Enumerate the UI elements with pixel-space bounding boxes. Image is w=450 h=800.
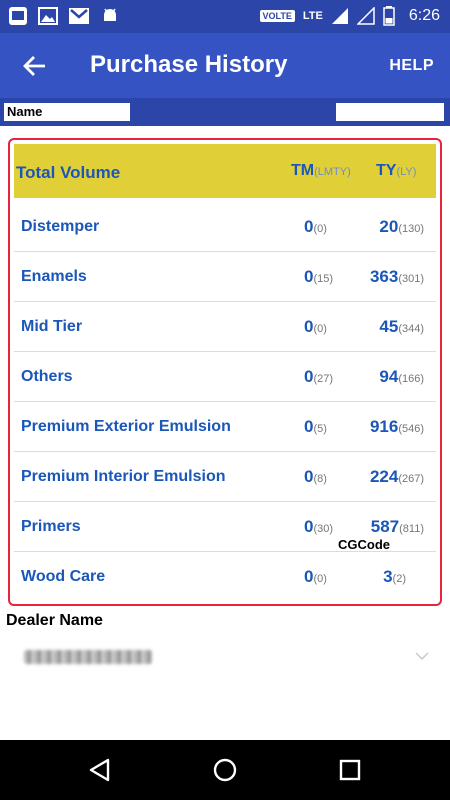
name-label: Name [4,103,130,121]
row-ty-sub: (2) [392,573,406,585]
row-ty-sub: (344) [398,323,424,335]
row-ty-value: 20 [379,217,399,236]
notification-icons [8,6,120,26]
header-ty: TY(LY) [376,162,416,180]
row-ty: 94(166) [379,367,424,387]
row-ty-value: 224 [369,467,399,486]
row-tm-sub: (0) [313,573,327,585]
row-tm-sub: (8) [313,473,327,485]
row-label: Premium Interior Emulsion [21,468,226,485]
row-tm-sub: (27) [313,373,334,385]
volte-badge: VOLTE [259,10,295,22]
table-row: Wood Care 0(0) 3(2) [14,552,436,602]
name-strip: Name [0,98,450,126]
gmail-icon [69,8,89,24]
circle-home-icon[interactable] [211,756,239,784]
row-tm: 0(0) [304,217,327,237]
row-tm: 0(5) [304,417,327,437]
row-ty-sub: (166) [398,373,424,385]
dealer-select[interactable] [20,648,430,672]
system-status: VOLTE LTE 6:26 [259,6,440,26]
row-tm: 0(8) [304,467,327,487]
row-tm-sub: (5) [313,423,327,435]
dealer-name-label: Dealer Name [6,612,103,629]
header-total-volume: Total Volume [16,163,121,182]
table-row: Premium Exterior Emulsion 0(5) 916(546) [14,402,436,452]
status-bar: VOLTE LTE 6:26 [0,0,450,33]
row-ty-value: 916 [369,417,399,436]
row-ty: 916(546) [370,417,424,437]
table-row: Mid Tier 0(0) 45(344) [14,302,436,352]
page-title: Purchase History [90,51,288,78]
purchase-table: Total Volume TM(LMTY) TY(LY) Distemper 0… [8,138,442,606]
row-tm: 0(0) [304,317,327,337]
app-notification-icon [9,7,27,25]
row-ty-value: 587 [370,517,400,536]
row-tm: 0(30) [304,517,333,537]
header-tm-sub: (LMTY) [314,166,351,178]
row-ty: 587(811) [371,517,424,537]
row-label: Distemper [21,218,100,235]
signal-icon [331,8,348,24]
chevron-down-icon [415,652,429,661]
row-ty: 45(344) [379,317,424,337]
row-ty-value: 363 [369,267,399,286]
header-ty-label: TY [376,162,397,179]
header-tm-label: TM [291,162,315,179]
row-ty-sub: (267) [398,473,424,485]
triangle-back-icon[interactable] [86,756,114,784]
row-tm-sub: (15) [313,273,334,285]
row-ty-sub: (546) [398,423,424,435]
row-ty: 224(267) [370,467,424,487]
dealer-value-redacted [24,650,152,664]
clock: 6:26 [408,7,440,24]
row-label: Primers [21,518,81,535]
table-header: Total Volume TM(LMTY) TY(LY) [14,144,436,198]
row-tm-sub: (30) [313,523,334,535]
row-label: Others [21,368,73,385]
row-tm-sub: (0) [313,223,327,235]
row-label: Wood Care [21,568,106,585]
row-ty-value: 45 [379,317,399,336]
row-ty-sub: (811) [399,523,424,535]
row-ty: 363(301) [370,267,424,287]
row-label: Premium Exterior Emulsion [21,418,231,435]
watermark-text: CGCode [338,537,390,552]
row-label: Enamels [21,268,87,285]
row-ty-value: 3 [383,567,393,586]
table-row: Others 0(27) 94(166) [14,352,436,402]
row-tm: 0(0) [304,567,327,587]
help-button[interactable]: HELP [389,57,434,75]
arrow-left-icon[interactable] [20,51,50,81]
name-value-field [336,103,444,121]
header-tm: TM(LMTY) [291,162,351,180]
row-ty-sub: (301) [398,273,424,285]
table-row: Premium Interior Emulsion 0(8) 224(267) [14,452,436,502]
signal-2-icon [356,7,375,25]
navigation-bar [0,740,450,800]
row-tm-sub: (0) [313,323,327,335]
row-tm: 0(27) [304,367,333,387]
network-type: LTE [302,10,323,22]
row-tm: 0(15) [304,267,333,287]
table-row: Distemper 0(0) 20(130) [14,202,436,252]
row-ty: 3(2) [383,567,406,587]
square-recents-icon[interactable] [336,756,364,784]
row-label: Mid Tier [21,318,83,335]
android-icon [104,8,116,21]
table-row: Enamels 0(15) 363(301) [14,252,436,302]
header-ty-sub: (LY) [396,166,417,178]
battery-icon [383,6,395,26]
row-ty-value: 94 [379,367,399,386]
image-icon [38,7,58,25]
app-bar: Purchase History HELP [0,33,450,98]
row-ty-sub: (130) [398,223,424,235]
row-ty: 20(130) [379,217,424,237]
